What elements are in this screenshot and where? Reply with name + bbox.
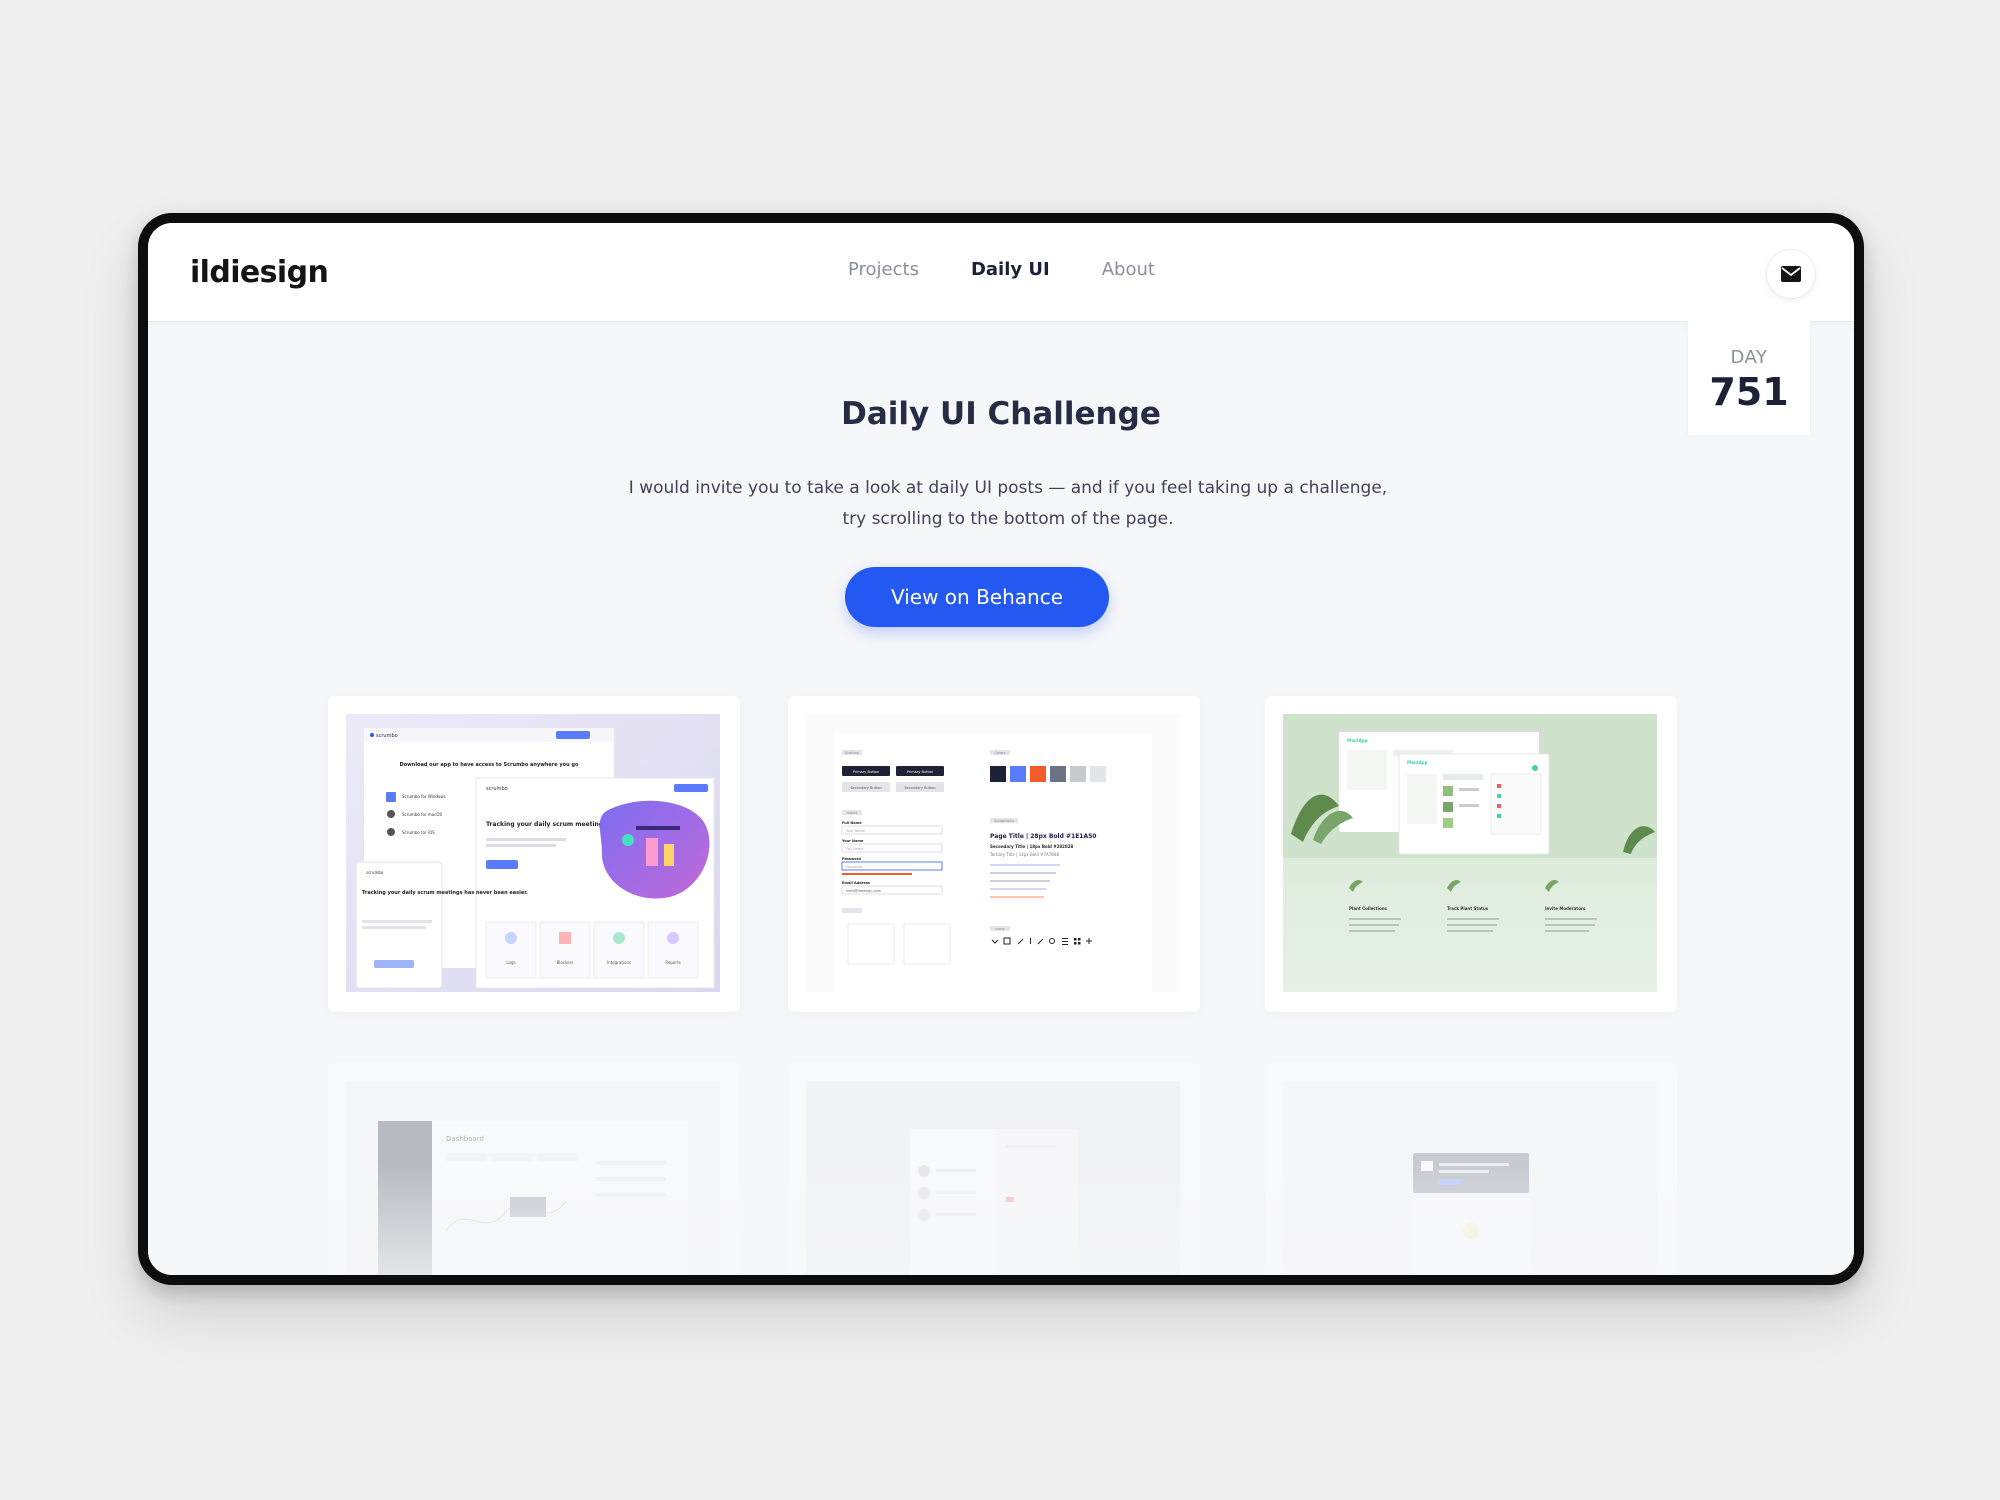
input-label-password: Password bbox=[842, 857, 861, 861]
input-placeholder-4: hello@ildiesign.com bbox=[846, 889, 882, 893]
project-card-scrumbo[interactable]: scrumbo Download our app to have access … bbox=[328, 696, 740, 1012]
section-colors: Colors bbox=[995, 751, 1006, 755]
section-buttons: Buttons bbox=[845, 751, 859, 755]
input-placeholder-1: Your Name bbox=[846, 829, 865, 833]
section-typography: Typography bbox=[993, 819, 1014, 823]
mail-icon bbox=[1781, 266, 1801, 282]
page-title: Daily UI Challenge bbox=[841, 396, 1161, 432]
project-card-plant-app[interactable]: PlantApp PlantApp Plant Collections Trac… bbox=[1265, 696, 1677, 1012]
contact-button[interactable] bbox=[1766, 249, 1816, 299]
browser-screen: ildiesign Projects Daily UI About DAY 75… bbox=[148, 223, 1854, 1275]
input-label-full-name: Full Name bbox=[842, 821, 862, 825]
feature-integrations: Integrations bbox=[607, 960, 631, 965]
project-card-style-guide[interactable]: Buttons Primary Button Primary Button Se… bbox=[788, 696, 1200, 1012]
nav-links: Projects Daily UI About bbox=[848, 259, 1155, 280]
primary-button-2: Primary Button bbox=[907, 770, 933, 774]
type-secondary-title: Secondary Title | 18px Bold #282828 bbox=[990, 844, 1074, 849]
primary-button-1: Primary Button bbox=[853, 770, 879, 774]
feature-blockers: Blockers bbox=[557, 960, 574, 965]
device-frame: ildiesign Projects Daily UI About DAY 75… bbox=[138, 213, 1864, 1285]
input-placeholder-3: Password bbox=[846, 865, 862, 869]
feature-plant-collections: Plant Collections bbox=[1349, 906, 1388, 911]
dashboard-title: Dashboard bbox=[446, 1135, 484, 1143]
scroll-fade-overlay bbox=[148, 1163, 1854, 1275]
view-on-behance-button[interactable]: View on Behance bbox=[845, 567, 1109, 627]
platform-ios: Scrumbo for iOS bbox=[402, 830, 435, 835]
secondary-button-2: Secondary Button bbox=[904, 786, 935, 790]
feature-reports: Reports bbox=[665, 960, 680, 965]
scrumbo-thumbnail: scrumbo Download our app to have access … bbox=[346, 714, 722, 994]
day-label: DAY bbox=[1730, 347, 1768, 368]
nav-link-about[interactable]: About bbox=[1102, 259, 1155, 280]
plant-app-thumbnail: PlantApp PlantApp Plant Collections Trac… bbox=[1283, 714, 1659, 994]
navbar: ildiesign Projects Daily UI About bbox=[148, 223, 1854, 321]
download-heading: Download our app to have access to Scrum… bbox=[400, 762, 579, 768]
section-inputs: Inputs bbox=[847, 811, 858, 815]
input-placeholder-2: Full Name bbox=[846, 847, 863, 851]
style-guide-preview: Buttons Primary Button Primary Button Se… bbox=[806, 714, 1180, 992]
platform-windows: Scrumbo for Windows bbox=[402, 794, 446, 799]
type-tertiary-title: Tertiary Title | 14px Bold #7A7B88 bbox=[989, 852, 1060, 857]
scrumbo-brand-2: scrumbo bbox=[486, 786, 508, 792]
mobile-text: Tracking your daily scrum meetings has n… bbox=[362, 890, 528, 896]
feature-invite-moderators: Invite Moderators bbox=[1545, 906, 1586, 911]
feature-logs: Logs bbox=[506, 960, 515, 965]
plant-brand: PlantApp bbox=[1347, 738, 1368, 743]
feature-track-plant-status: Track Plant Status bbox=[1447, 906, 1489, 911]
input-label-your-name: Your Name bbox=[841, 839, 864, 843]
page-intro: I would invite you to take a look at dai… bbox=[628, 478, 1388, 529]
secondary-button-1: Secondary Button bbox=[850, 786, 881, 790]
scrumbo-brand: scrumbo bbox=[376, 733, 398, 739]
plant-app-preview: PlantApp PlantApp Plant Collections Trac… bbox=[1283, 714, 1657, 992]
plant-brand-2: PlantApp bbox=[1407, 760, 1428, 765]
type-page-title: Page Title | 28px Bold #1E1A50 bbox=[990, 833, 1096, 840]
logo[interactable]: ildiesign bbox=[190, 255, 329, 290]
style-guide-thumbnail: Buttons Primary Button Primary Button Se… bbox=[806, 714, 1182, 994]
nav-link-projects[interactable]: Projects bbox=[848, 259, 919, 280]
platform-macos: Scrumbo for macOS bbox=[402, 812, 443, 817]
scrumbo-brand-3: scrumbo bbox=[366, 870, 384, 875]
section-icons: Icons bbox=[995, 927, 1004, 931]
nav-link-daily-ui[interactable]: Daily UI bbox=[971, 259, 1050, 280]
input-label-email: Email Address bbox=[842, 881, 870, 885]
scrumbo-preview: scrumbo Download our app to have access … bbox=[346, 714, 720, 992]
